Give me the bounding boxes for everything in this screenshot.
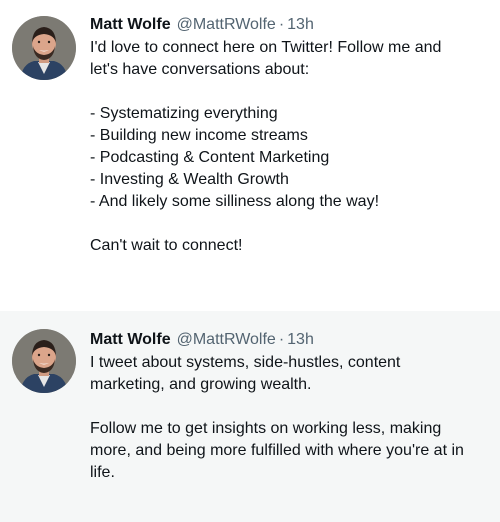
author-handle[interactable]: @MattRWolfe	[177, 16, 276, 33]
avatar-photo	[12, 16, 76, 80]
text-line: more, and being more fulfilled with wher…	[90, 442, 464, 459]
author-name[interactable]: Matt Wolfe	[90, 16, 171, 33]
text-line: Follow me to get insights on working les…	[90, 420, 442, 437]
list-item: - Building new income streams	[90, 127, 308, 144]
tweet-timestamp[interactable]: 13h	[287, 331, 314, 348]
avatar[interactable]	[12, 16, 76, 80]
text-line: life.	[90, 464, 115, 481]
list-item: - Investing & Wealth Growth	[90, 171, 289, 188]
list-item: - And likely some silliness along the wa…	[90, 193, 380, 210]
separator-dot: ·	[278, 16, 285, 33]
tweet-timestamp[interactable]: 13h	[287, 16, 314, 33]
avatar-photo	[12, 329, 76, 393]
text-line: marketing, and growing wealth.	[90, 376, 312, 393]
text-line: I tweet about systems, side-hustles, con…	[90, 354, 401, 371]
list-item: - Systematizing everything	[90, 105, 278, 122]
separator-dot: ·	[278, 331, 285, 348]
tweet-text: I'd love to connect here on Twitter! Fol…	[90, 37, 492, 257]
tweet-text: I tweet about systems, side-hustles, con…	[90, 352, 492, 484]
list-item: - Podcasting & Content Marketing	[90, 149, 330, 166]
text-line: Can't wait to connect!	[90, 237, 243, 254]
tweet[interactable]: Matt Wolfe @MattRWolfe · 13h I tweet about …	[0, 311, 500, 522]
text-line: I'd love to connect here on Twitter! Fol…	[90, 39, 442, 56]
author-name[interactable]: Matt Wolfe	[90, 331, 171, 348]
text-line: let's have conversations about:	[90, 61, 310, 78]
avatar[interactable]	[12, 329, 76, 393]
tweet-header: Matt Wolfe @MattRWolfe · 13h	[90, 14, 492, 36]
bullet-list: - Systematizing everything - Building ne…	[90, 103, 492, 213]
tweet[interactable]: Matt Wolfe @MattRWolfe · 13h I'd love to co…	[0, 0, 500, 311]
author-handle[interactable]: @MattRWolfe	[177, 331, 276, 348]
tweet-header: Matt Wolfe @MattRWolfe · 13h	[90, 329, 492, 351]
